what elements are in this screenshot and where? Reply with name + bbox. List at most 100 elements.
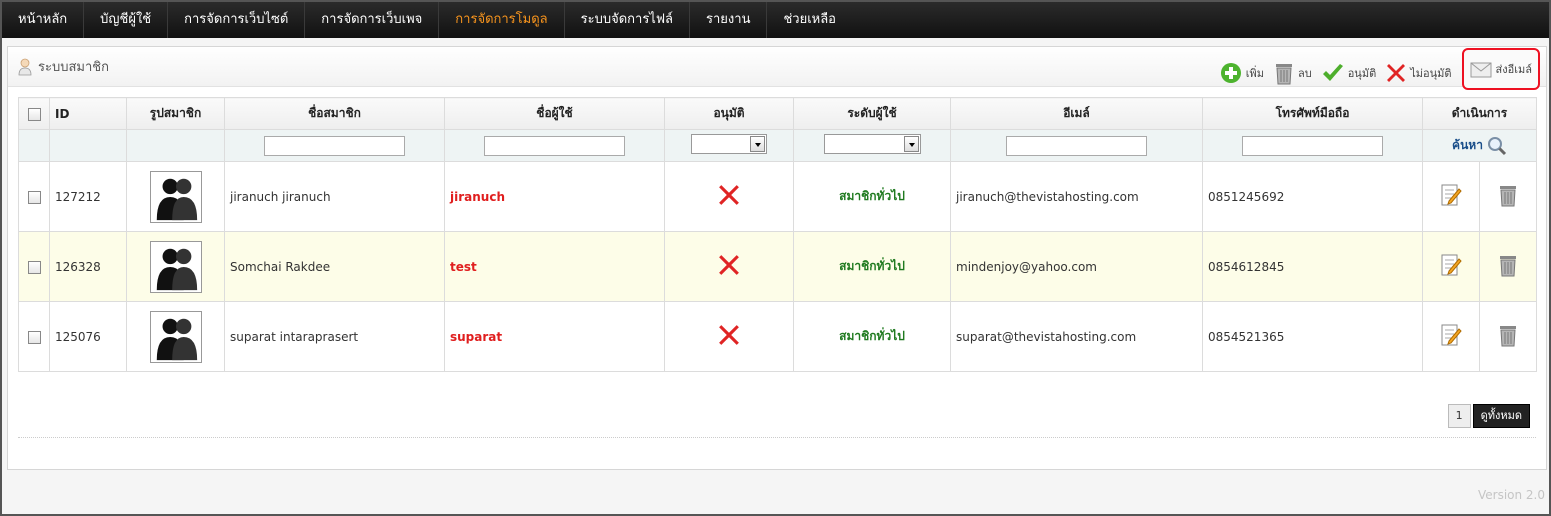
avatar [149, 240, 202, 293]
row-email: jiranuch@thevistahosting.com [950, 161, 1203, 232]
top-nav: หน้าหลัก บัญชีผู้ใช้ การจัดการเว็บไซต์ ก… [2, 2, 1549, 38]
filter-username-input[interactable] [484, 135, 625, 156]
select-all-checkbox[interactable] [27, 107, 41, 121]
nav-item-module-management[interactable]: การจัดการโมดูล [439, 2, 565, 38]
row-username[interactable]: suparat [444, 301, 665, 372]
filter-empty-cell [18, 129, 50, 162]
row-delete-cell [1479, 161, 1537, 232]
divider [18, 437, 1536, 438]
send-email-button[interactable]: ส่งอีเมล์ [1461, 48, 1540, 90]
member-panel: ระบบสมาชิก เพิ่ม ลบ อนุมัติ ไม่อนุมัติ ส… [7, 46, 1547, 470]
row-phone: 0854612845 [1202, 231, 1423, 302]
members-table: ID รูปสมาชิก ชื่อสมาชิก ชื่อผู้ใช้ อนุมั… [18, 97, 1537, 372]
row-username[interactable]: jiranuch [444, 161, 665, 232]
filter-name-input[interactable] [264, 135, 405, 156]
table-row: 127212 jiranuch jiranuch jiranuch สมาชิก… [18, 161, 1537, 232]
select-all-cell [18, 97, 50, 130]
edit-icon[interactable] [1440, 183, 1462, 207]
row-approved-cell [664, 161, 794, 232]
trash-icon[interactable] [1498, 253, 1518, 277]
row-select-cell [18, 301, 50, 372]
delete-button[interactable]: ลบ [1274, 61, 1312, 85]
view-all-button[interactable]: ดูทั้งหมด [1472, 404, 1530, 428]
filter-phone-input[interactable] [1242, 135, 1383, 156]
col-header-photo: รูปสมาชิก [126, 97, 225, 130]
col-header-approved[interactable]: อนุมัติ [664, 97, 794, 130]
filter-level-select[interactable] [823, 134, 921, 154]
table-row: 126328 Somchai Rakdee test สมาชิกทั่วไป … [18, 231, 1537, 302]
dropdown-arrow-icon [903, 136, 919, 152]
row-photo-cell [126, 161, 225, 232]
col-header-id[interactable]: ID [49, 97, 127, 130]
panel-title: ระบบสมาชิก [18, 56, 109, 77]
filter-email-cell [950, 129, 1203, 162]
page-1-button[interactable]: 1 [1447, 404, 1471, 428]
table-row: 125076 suparat intaraprasert suparat สมา… [18, 301, 1537, 372]
header-row: ID รูปสมาชิก ชื่อสมาชิก ชื่อผู้ใช้ อนุมั… [18, 97, 1537, 130]
row-checkbox[interactable] [27, 260, 41, 274]
row-delete-cell [1479, 231, 1537, 302]
search-cell: ค้นหา [1422, 129, 1537, 162]
checkmark-icon [1322, 64, 1343, 81]
search-button[interactable]: ค้นหา [1452, 136, 1507, 156]
trash-icon [1275, 64, 1292, 85]
magnifier-icon [1487, 136, 1506, 155]
filter-approved-cell [664, 129, 794, 162]
pagination: 1 ดูทั้งหมด [1447, 404, 1530, 428]
row-phone: 0851245692 [1202, 161, 1423, 232]
row-checkbox[interactable] [27, 190, 41, 204]
add-button[interactable]: เพิ่ม [1220, 62, 1264, 84]
filter-empty-cell [126, 129, 225, 162]
filter-name-cell [224, 129, 445, 162]
row-email: mindenjoy@yahoo.com [950, 231, 1203, 302]
row-select-cell [18, 161, 50, 232]
not-approved-icon[interactable] [718, 254, 740, 276]
trash-icon[interactable] [1498, 183, 1518, 207]
row-delete-cell [1479, 301, 1537, 372]
trash-icon[interactable] [1498, 323, 1518, 347]
row-email: suparat@thevistahosting.com [950, 301, 1203, 372]
filter-email-input[interactable] [1006, 135, 1147, 156]
row-name: suparat intaraprasert [224, 301, 445, 372]
row-name: jiranuch jiranuch [224, 161, 445, 232]
row-level: สมาชิกทั่วไป [793, 231, 951, 302]
x-mark-icon [1387, 64, 1406, 82]
nav-item-reports[interactable]: รายงาน [690, 2, 768, 38]
nav-item-accounts[interactable]: บัญชีผู้ใช้ [84, 2, 169, 38]
col-header-username[interactable]: ชื่อผู้ใช้ [444, 97, 665, 130]
row-id: 125076 [49, 301, 127, 372]
nav-item-help[interactable]: ช่วยเหลือ [767, 2, 852, 38]
row-name: Somchai Rakdee [224, 231, 445, 302]
not-approved-icon[interactable] [718, 324, 740, 346]
filter-approved-select[interactable] [691, 134, 767, 154]
add-label: เพิ่ม [1245, 67, 1264, 80]
edit-icon[interactable] [1440, 323, 1462, 347]
disapprove-button[interactable]: ไม่อนุมัติ [1386, 63, 1452, 83]
nav-item-file-management[interactable]: ระบบจัดการไฟล์ [565, 2, 691, 38]
search-label: ค้นหา [1452, 138, 1483, 152]
toolbar: เพิ่ม ลบ อนุมัติ ไม่อนุมัติ ส่งอีเมล์ [1214, 48, 1540, 90]
version-label: Version 2.0 [1477, 488, 1545, 502]
dropdown-arrow-icon [750, 136, 765, 152]
row-id: 127212 [49, 161, 127, 232]
nav-item-home[interactable]: หน้าหลัก [2, 2, 85, 38]
send-email-label: ส่งอีเมล์ [1495, 63, 1532, 76]
col-header-email[interactable]: อีเมล์ [950, 97, 1203, 130]
approve-button[interactable]: อนุมัติ [1322, 63, 1376, 83]
col-header-level[interactable]: ระดับผู้ใช้ [793, 97, 951, 130]
not-approved-icon[interactable] [718, 184, 740, 206]
row-checkbox[interactable] [27, 330, 41, 344]
panel-title-text: ระบบสมาชิก [38, 60, 109, 75]
row-phone: 0854521365 [1202, 301, 1423, 372]
row-username[interactable]: test [444, 231, 665, 302]
col-header-name[interactable]: ชื่อสมาชิก [224, 97, 445, 130]
col-header-phone[interactable]: โทรศัพท์มือถือ [1202, 97, 1423, 130]
row-photo-cell [126, 301, 225, 372]
avatar [149, 170, 202, 223]
row-approved-cell [664, 231, 794, 302]
row-level: สมาชิกทั่วไป [793, 161, 951, 232]
nav-item-site-management[interactable]: การจัดการเว็บไซต์ [168, 2, 306, 38]
row-approved-cell [664, 301, 794, 372]
nav-item-page-management[interactable]: การจัดการเว็บเพจ [305, 2, 440, 38]
edit-icon[interactable] [1440, 253, 1462, 277]
